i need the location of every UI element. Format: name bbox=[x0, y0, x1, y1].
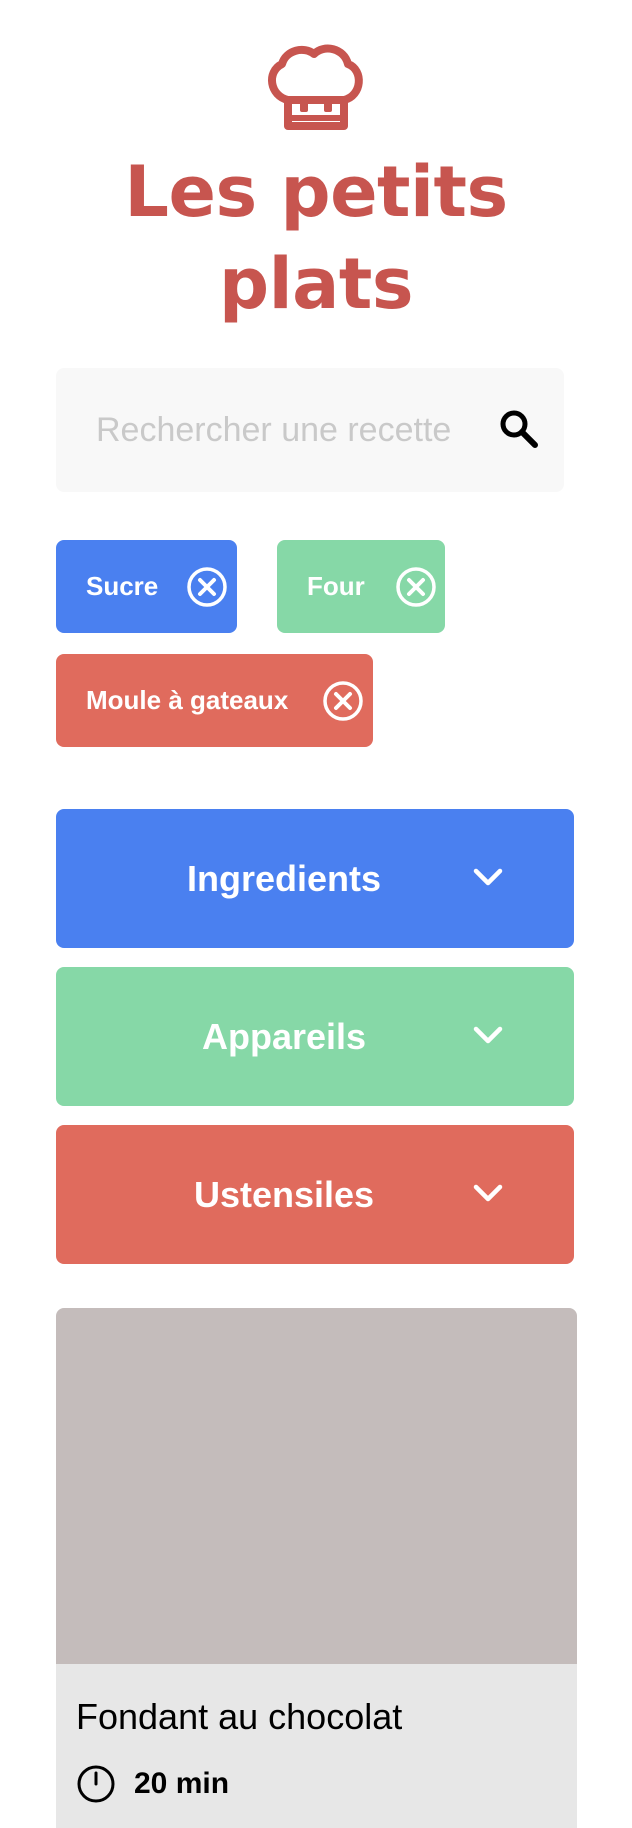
search-input[interactable] bbox=[96, 368, 512, 492]
search-button[interactable] bbox=[494, 404, 542, 452]
dropdown-label: Ingredients bbox=[186, 857, 382, 899]
recipe-card[interactable]: Fondant au chocolat 20 min bbox=[56, 1308, 577, 1828]
recipe-title: Fondant au chocolat bbox=[76, 1696, 403, 1737]
search-bar bbox=[56, 368, 564, 492]
selected-tag-four: Four bbox=[277, 540, 445, 633]
recipe-time-value: 20 min bbox=[134, 1767, 230, 1800]
logo[interactable] bbox=[0, 38, 632, 134]
chevron-down-icon bbox=[473, 868, 503, 886]
chevron-down-icon bbox=[473, 1026, 503, 1044]
recipe-card-body: Fondant au chocolat 20 min bbox=[56, 1664, 577, 1828]
filter-dropdown-appareils[interactable]: Appareils bbox=[56, 967, 574, 1106]
dropdown-label: Appareils bbox=[201, 1015, 367, 1057]
search-icon bbox=[500, 410, 538, 448]
tag-label: Four bbox=[307, 571, 365, 601]
filter-dropdown-ustensiles[interactable]: Ustensiles bbox=[56, 1125, 574, 1264]
close-circle-icon[interactable] bbox=[186, 566, 228, 608]
chef-hat-icon bbox=[268, 44, 363, 130]
filter-dropdown-ingredients[interactable]: Ingredients bbox=[56, 809, 574, 948]
chevron-down-icon bbox=[473, 1184, 503, 1202]
dropdown-label: Ustensiles bbox=[193, 1173, 375, 1215]
close-circle-icon[interactable] bbox=[322, 680, 364, 722]
page-title: Les petits plats bbox=[0, 146, 632, 330]
selected-tag-sucre: Sucre bbox=[56, 540, 237, 633]
title-line-1: Les petits bbox=[124, 151, 508, 233]
title-line-2: plats bbox=[219, 243, 413, 325]
recipe-image-placeholder bbox=[56, 1308, 577, 1664]
close-circle-icon[interactable] bbox=[395, 566, 437, 608]
tag-label: Moule à gateaux bbox=[86, 685, 289, 715]
tag-label: Sucre bbox=[86, 571, 159, 601]
selected-tag-moule-a-gateaux: Moule à gateaux bbox=[56, 654, 373, 747]
recipe-time: 20 min bbox=[76, 1764, 229, 1804]
clock-icon bbox=[77, 1765, 115, 1803]
